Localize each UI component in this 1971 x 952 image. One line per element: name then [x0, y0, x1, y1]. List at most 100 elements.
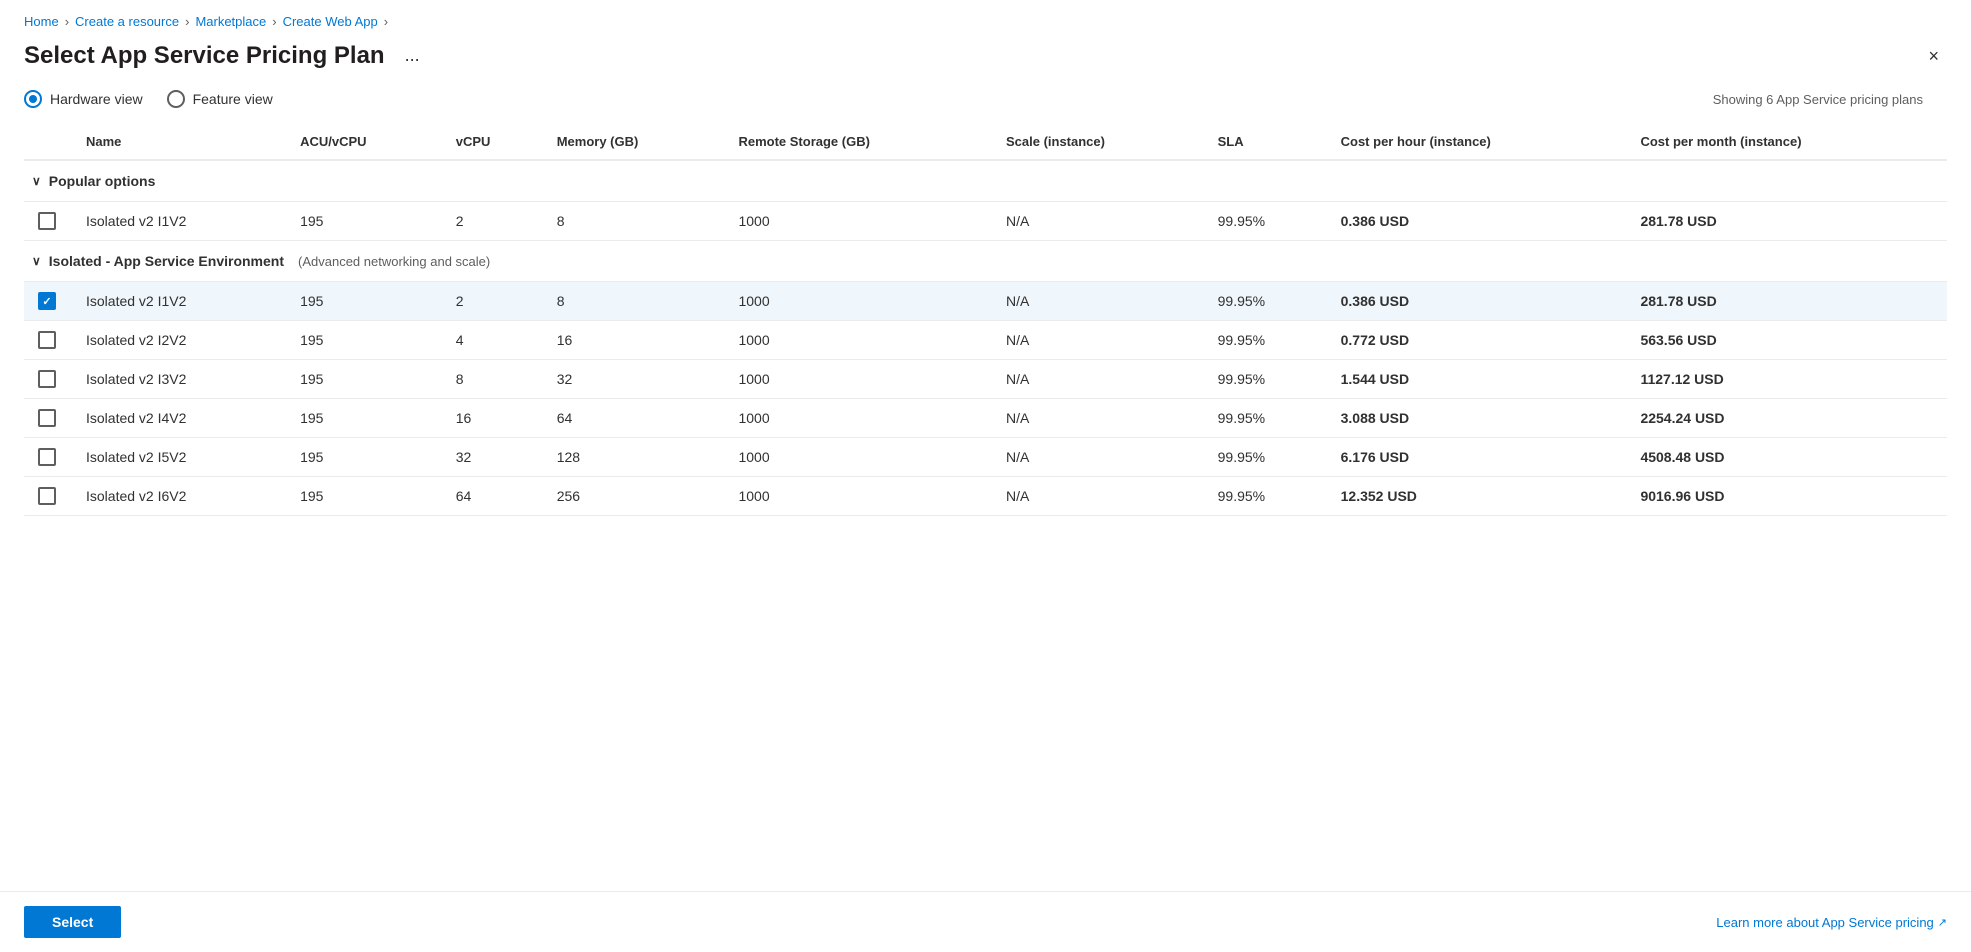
table-row[interactable]: Isolated v2 I4V219516641000N/A99.95%3.08… — [24, 399, 1947, 438]
cell-name-isolated-i2v2: Isolated v2 I2V2 — [74, 321, 288, 360]
row-checkbox-isolated-i4v2[interactable] — [24, 399, 74, 438]
cell-cost_hour-isolated-i5v2: 6.176 USD — [1329, 438, 1629, 477]
close-button[interactable]: × — [1920, 43, 1947, 69]
row-checkbox-isolated-i3v2[interactable] — [24, 360, 74, 399]
cell-sla-isolated-i1v2: 99.95% — [1206, 282, 1329, 321]
page-footer: Select Learn more about App Service pric… — [0, 891, 1971, 952]
checkbox-checked-isolated-i1v2[interactable]: ✓ — [38, 292, 56, 310]
feature-view-radio[interactable] — [167, 90, 185, 108]
cell-cost_month-isolated-i3v2: 1127.12 USD — [1628, 360, 1947, 399]
cell-memory-isolated-i4v2: 64 — [545, 399, 727, 438]
col-header-cost-month: Cost per month (instance) — [1628, 124, 1947, 160]
table-row[interactable]: Isolated v2 I1V2195281000N/A99.95%0.386 … — [24, 202, 1947, 241]
section-header-popular[interactable]: ∨ Popular options — [24, 160, 1947, 202]
pricing-table: Name ACU/vCPU vCPU Memory (GB) Remote St… — [24, 124, 1947, 516]
learn-more-text: Learn more about App Service pricing — [1716, 915, 1934, 930]
cell-sla-isolated-i4v2: 99.95% — [1206, 399, 1329, 438]
showing-text: Showing 6 App Service pricing plans — [1713, 92, 1947, 107]
hardware-view-radio[interactable] — [24, 90, 42, 108]
col-header-cost-hour: Cost per hour (instance) — [1329, 124, 1629, 160]
row-checkbox-popular-i1v2[interactable] — [24, 202, 74, 241]
cell-memory-isolated-i6v2: 256 — [545, 477, 727, 516]
row-checkbox-isolated-i1v2[interactable]: ✓ — [24, 282, 74, 321]
feature-view-option[interactable]: Feature view — [167, 90, 273, 108]
row-checkbox-isolated-i2v2[interactable] — [24, 321, 74, 360]
cell-cost_month-isolated-i5v2: 4508.48 USD — [1628, 438, 1947, 477]
cell-vcpu-isolated-i1v2: 2 — [444, 282, 545, 321]
feature-view-label: Feature view — [193, 91, 273, 107]
cell-cost_hour-isolated-i2v2: 0.772 USD — [1329, 321, 1629, 360]
section-header-isolated[interactable]: ∨ Isolated - App Service Environment (Ad… — [24, 241, 1947, 282]
cell-name-isolated-i6v2: Isolated v2 I6V2 — [74, 477, 288, 516]
checkbox-empty-popular-i1v2[interactable] — [38, 212, 56, 230]
breadcrumb-create-resource[interactable]: Create a resource — [75, 14, 179, 29]
cell-scale-isolated-i5v2: N/A — [994, 438, 1206, 477]
cell-sla-isolated-i3v2: 99.95% — [1206, 360, 1329, 399]
breadcrumb-create-web-app[interactable]: Create Web App — [283, 14, 378, 29]
table-row[interactable]: Isolated v2 I3V21958321000N/A99.95%1.544… — [24, 360, 1947, 399]
col-header-memory: Memory (GB) — [545, 124, 727, 160]
table-row[interactable]: ✓Isolated v2 I1V2195281000N/A99.95%0.386… — [24, 282, 1947, 321]
col-header-name: Name — [74, 124, 288, 160]
cell-memory-popular-i1v2: 8 — [545, 202, 727, 241]
table-header-row: Name ACU/vCPU vCPU Memory (GB) Remote St… — [24, 124, 1947, 160]
cell-scale-isolated-i6v2: N/A — [994, 477, 1206, 516]
cell-remote_storage-isolated-i6v2: 1000 — [726, 477, 994, 516]
cell-name-isolated-i5v2: Isolated v2 I5V2 — [74, 438, 288, 477]
cell-memory-isolated-i3v2: 32 — [545, 360, 727, 399]
cell-sla-isolated-i2v2: 99.95% — [1206, 321, 1329, 360]
section-title-popular: Popular options — [49, 173, 156, 189]
collapse-icon-isolated[interactable]: ∨ — [32, 254, 41, 268]
cell-acu-isolated-i2v2: 195 — [288, 321, 444, 360]
cell-cost_month-popular-i1v2: 281.78 USD — [1628, 202, 1947, 241]
cell-cost_hour-isolated-i4v2: 3.088 USD — [1329, 399, 1629, 438]
learn-more-link[interactable]: Learn more about App Service pricing ↗ — [1716, 915, 1947, 930]
cell-memory-isolated-i1v2: 8 — [545, 282, 727, 321]
cell-cost_hour-popular-i1v2: 0.386 USD — [1329, 202, 1629, 241]
cell-cost_hour-isolated-i3v2: 1.544 USD — [1329, 360, 1629, 399]
row-checkbox-isolated-i6v2[interactable] — [24, 477, 74, 516]
cell-name-isolated-i3v2: Isolated v2 I3V2 — [74, 360, 288, 399]
cell-scale-isolated-i2v2: N/A — [994, 321, 1206, 360]
view-toggle-row: Hardware view Feature view Showing 6 App… — [0, 90, 1971, 124]
col-header-acu: ACU/vCPU — [288, 124, 444, 160]
collapse-icon-popular[interactable]: ∨ — [32, 174, 41, 188]
checkbox-empty-isolated-i4v2[interactable] — [38, 409, 56, 427]
cell-cost_hour-isolated-i6v2: 12.352 USD — [1329, 477, 1629, 516]
cell-remote_storage-isolated-i1v2: 1000 — [726, 282, 994, 321]
section-title-isolated: Isolated - App Service Environment — [49, 253, 284, 269]
select-button[interactable]: Select — [24, 906, 121, 938]
cell-cost_month-isolated-i2v2: 563.56 USD — [1628, 321, 1947, 360]
breadcrumb-home[interactable]: Home — [24, 14, 59, 29]
breadcrumb-chevron-2: › — [185, 14, 189, 29]
cell-scale-isolated-i3v2: N/A — [994, 360, 1206, 399]
section-subtitle-isolated: (Advanced networking and scale) — [298, 254, 490, 269]
hardware-view-option[interactable]: Hardware view — [24, 90, 143, 108]
col-header-vcpu: vCPU — [444, 124, 545, 160]
cell-remote_storage-isolated-i2v2: 1000 — [726, 321, 994, 360]
checkbox-empty-isolated-i5v2[interactable] — [38, 448, 56, 466]
breadcrumb-chevron-3: › — [272, 14, 276, 29]
cell-vcpu-isolated-i4v2: 16 — [444, 399, 545, 438]
row-checkbox-isolated-i5v2[interactable] — [24, 438, 74, 477]
cell-sla-isolated-i5v2: 99.95% — [1206, 438, 1329, 477]
breadcrumb-marketplace[interactable]: Marketplace — [195, 14, 266, 29]
hardware-view-label: Hardware view — [50, 91, 143, 107]
cell-memory-isolated-i5v2: 128 — [545, 438, 727, 477]
cell-acu-isolated-i5v2: 195 — [288, 438, 444, 477]
page-header: Select App Service Pricing Plan ... × — [0, 37, 1971, 90]
cell-remote_storage-isolated-i5v2: 1000 — [726, 438, 994, 477]
checkbox-empty-isolated-i3v2[interactable] — [38, 370, 56, 388]
table-row[interactable]: Isolated v2 I5V2195321281000N/A99.95%6.1… — [24, 438, 1947, 477]
cell-sla-isolated-i6v2: 99.95% — [1206, 477, 1329, 516]
cell-cost_month-isolated-i6v2: 9016.96 USD — [1628, 477, 1947, 516]
table-row[interactable]: Isolated v2 I6V2195642561000N/A99.95%12.… — [24, 477, 1947, 516]
page-title-row: Select App Service Pricing Plan ... — [24, 41, 428, 70]
ellipsis-button[interactable]: ... — [397, 41, 428, 70]
table-row[interactable]: Isolated v2 I2V21954161000N/A99.95%0.772… — [24, 321, 1947, 360]
checkbox-empty-isolated-i2v2[interactable] — [38, 331, 56, 349]
cell-vcpu-isolated-i3v2: 8 — [444, 360, 545, 399]
external-link-icon: ↗ — [1938, 916, 1947, 929]
cell-acu-isolated-i3v2: 195 — [288, 360, 444, 399]
checkbox-empty-isolated-i6v2[interactable] — [38, 487, 56, 505]
